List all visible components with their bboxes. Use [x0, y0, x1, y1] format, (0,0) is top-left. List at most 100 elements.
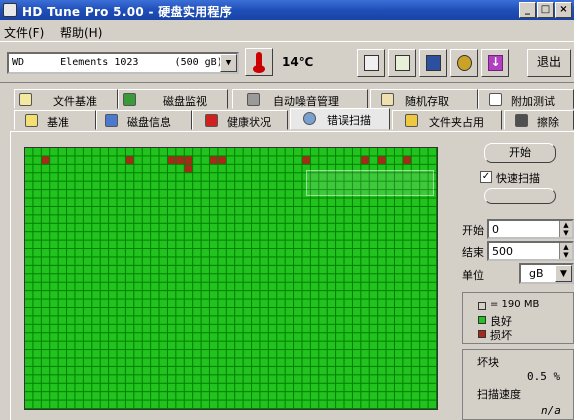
good-block [109, 299, 117, 307]
close-button[interactable]: × [555, 2, 572, 18]
good-block [285, 400, 294, 408]
quick-scan-checkbox[interactable]: ✓ [480, 171, 492, 183]
menu-file[interactable]: 文件(F) [4, 24, 44, 41]
copy-button[interactable] [357, 49, 385, 77]
good-block [428, 350, 436, 358]
good-block [344, 206, 352, 215]
good-block [125, 341, 134, 350]
end-field[interactable]: 500 ▲ ▼ [487, 241, 574, 261]
good-block [167, 316, 176, 324]
good-block [151, 383, 159, 392]
chevron-down-icon[interactable]: ▼ [220, 54, 237, 72]
good-block [92, 333, 100, 341]
save-button[interactable] [419, 49, 447, 77]
good-block [277, 333, 285, 341]
maximize-button[interactable]: □ [537, 2, 554, 18]
good-block [100, 341, 109, 350]
start-button[interactable]: 开始 [484, 143, 556, 163]
drive-select[interactable]: WD Elements 1023 (500 gB) ▼ [7, 52, 239, 74]
damaged-block [302, 156, 310, 164]
good-block [310, 366, 319, 375]
good-block [50, 316, 58, 324]
good-block [193, 198, 201, 206]
tab-aam[interactable]: 自动噪音管理 [232, 89, 368, 109]
chevron-down-icon[interactable]: ▼ [555, 265, 572, 282]
start-field[interactable]: 0 ▲ ▼ [487, 219, 574, 239]
good-block [67, 291, 75, 299]
tab-error-scan[interactable]: 错误扫描 [290, 108, 390, 130]
good-block [428, 291, 436, 299]
good-block [310, 291, 319, 299]
good-block [277, 223, 285, 232]
good-block [386, 240, 394, 249]
good-block [344, 383, 352, 392]
good-block [209, 190, 218, 198]
good-block [151, 375, 159, 383]
good-block [285, 350, 294, 358]
good-block [184, 299, 193, 307]
good-block [193, 341, 201, 350]
good-block [352, 350, 361, 358]
good-block [67, 206, 75, 215]
good-block [67, 274, 75, 282]
good-block [310, 307, 319, 316]
scan-speed-value: n/a [541, 404, 561, 417]
spin-arrows-icon[interactable]: ▲ ▼ [559, 221, 572, 237]
good-block [151, 333, 159, 341]
tab-file-benchmark[interactable]: 文件基准 [14, 89, 118, 109]
tab-folder-usage[interactable]: 文件夹占用 [392, 110, 502, 130]
exit-button[interactable]: 退出 [527, 49, 571, 77]
tab-disk-monitor[interactable]: 磁盘监视 [118, 89, 228, 109]
good-block [226, 324, 235, 333]
good-block [25, 333, 33, 341]
spin-arrows-icon[interactable]: ▲ ▼ [559, 243, 572, 259]
good-block [50, 274, 58, 282]
legend: = 190 MB 良好 损坏 [462, 292, 574, 344]
good-block [159, 291, 167, 299]
good-block [218, 392, 226, 400]
good-block [184, 358, 193, 366]
good-block [100, 240, 109, 249]
copy-all-button[interactable] [388, 49, 416, 77]
good-block [117, 324, 125, 333]
options-button[interactable] [450, 49, 478, 77]
good-block [184, 265, 193, 274]
good-block [209, 164, 218, 173]
good-block [361, 215, 369, 223]
minimize-button[interactable]: _ [519, 2, 536, 18]
menu-help[interactable]: 帮助(H) [60, 24, 102, 41]
good-block [369, 257, 378, 265]
extra-tests-icon [489, 93, 502, 106]
good-block [142, 324, 151, 333]
good-block [218, 383, 226, 392]
unit-select[interactable]: gB ▼ [519, 263, 574, 284]
good-block [193, 307, 201, 316]
good-block [394, 282, 403, 291]
good-block [403, 232, 411, 240]
tab-erase[interactable]: 擦除 [504, 110, 574, 130]
tab-random-access[interactable]: 随机存取 [370, 89, 478, 109]
good-block [117, 392, 125, 400]
good-block [378, 350, 386, 358]
good-block [100, 392, 109, 400]
good-block [117, 299, 125, 307]
tab-extra-tests[interactable]: 附加测试 [478, 89, 574, 109]
download-button[interactable]: ↓ [481, 49, 509, 77]
good-block [142, 240, 151, 249]
good-block [159, 282, 167, 291]
good-block [218, 341, 226, 350]
good-block [294, 341, 302, 350]
good-block [277, 198, 285, 206]
temperature-button[interactable] [245, 48, 273, 76]
good-block [268, 358, 277, 366]
good-block [252, 190, 260, 198]
tab-health[interactable]: 健康状况 [192, 110, 288, 130]
tab-info[interactable]: 磁盘信息 [96, 110, 192, 130]
good-block [92, 299, 100, 307]
good-block [33, 307, 41, 316]
good-block [218, 198, 226, 206]
good-block [394, 265, 403, 274]
tab-benchmark[interactable]: 基准 [14, 110, 96, 130]
good-block [109, 265, 117, 274]
good-block [226, 257, 235, 265]
